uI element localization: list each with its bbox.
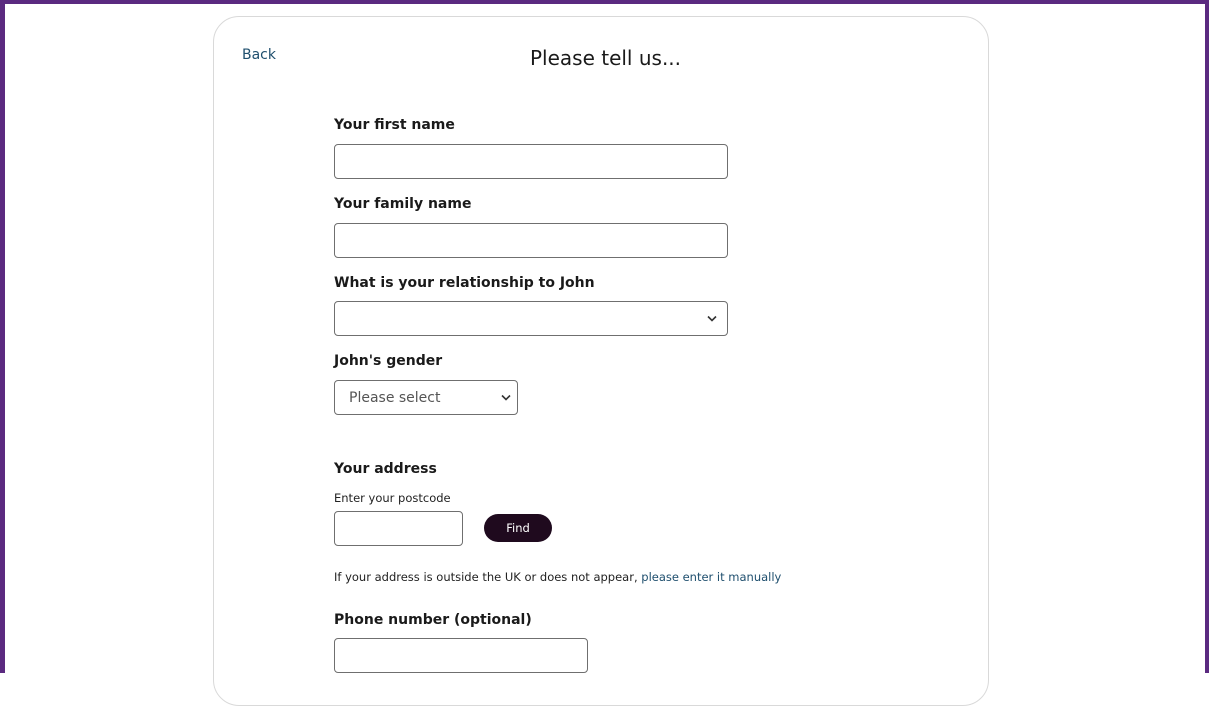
chevron-down-icon (501, 394, 511, 401)
relationship-label: What is your relationship to John (334, 275, 595, 291)
chevron-down-icon (707, 315, 717, 322)
form-card (213, 16, 989, 706)
relationship-select[interactable] (334, 301, 728, 336)
address-note: If your address is outside the UK or doe… (334, 570, 781, 584)
phone-label: Phone number (optional) (334, 612, 532, 628)
phone-input[interactable] (334, 638, 588, 673)
address-note-text: If your address is outside the UK or doe… (334, 570, 642, 584)
postcode-label: Enter your postcode (334, 491, 451, 505)
find-button[interactable]: Find (484, 514, 552, 542)
gender-select[interactable]: Please select (334, 380, 518, 415)
gender-label: John's gender (334, 353, 443, 369)
first-name-label: Your first name (334, 117, 455, 133)
page-title: Please tell us... (529, 46, 682, 70)
postcode-input[interactable] (334, 511, 463, 546)
enter-manually-link[interactable]: please enter it manually (641, 570, 781, 584)
address-heading: Your address (334, 461, 437, 477)
family-name-input[interactable] (334, 223, 728, 258)
first-name-input[interactable] (334, 144, 728, 179)
gender-selected: Please select (349, 389, 441, 406)
family-name-label: Your family name (334, 196, 472, 212)
